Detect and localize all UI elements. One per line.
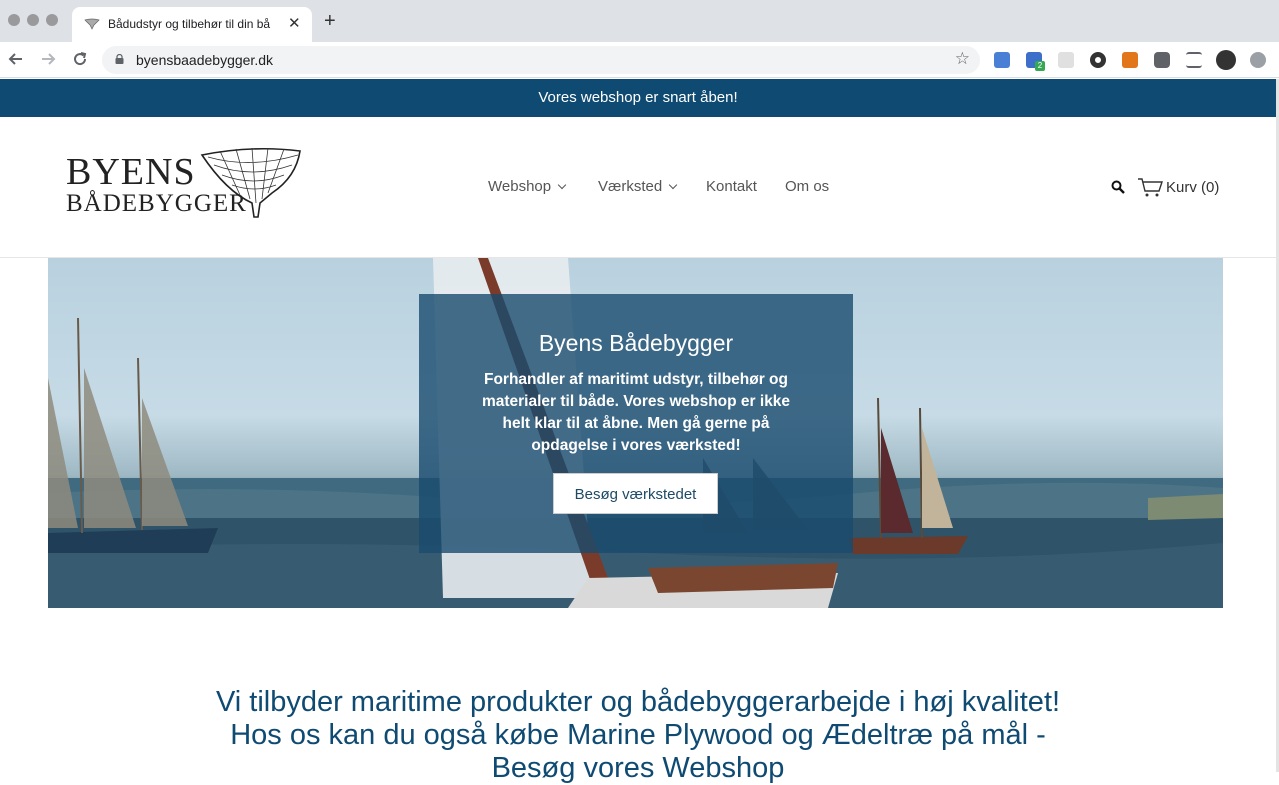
forward-arrow-icon[interactable] [40, 51, 56, 67]
extension-badge: 2 [1035, 61, 1045, 71]
chevron-down-icon [668, 180, 678, 190]
chevron-down-icon [557, 180, 567, 190]
url-text: byensbaadebygger.dk [136, 52, 273, 68]
window-minimize-button[interactable] [27, 14, 39, 26]
metamask-fox-icon[interactable] [1122, 52, 1138, 68]
extension-1-icon[interactable] [994, 52, 1010, 68]
bookmark-star-icon[interactable]: ☆ [955, 49, 970, 69]
logo-line1[interactable]: BYENS [66, 153, 196, 191]
tab-close-icon[interactable]: ✕ [288, 14, 301, 32]
nav-vaerksted[interactable]: Værksted [598, 178, 678, 195]
window-zoom-button[interactable] [46, 14, 58, 26]
back-arrow-icon[interactable] [8, 51, 24, 67]
hero-overlay-box: Byens Bådebygger Forhandler af maritimt … [419, 294, 853, 553]
browser-tab[interactable]: Bådudstyr og tilbehør til din bå ✕ [72, 7, 312, 42]
boat-hull-logo-icon[interactable] [200, 145, 304, 219]
nav-webshop[interactable]: Webshop [488, 178, 567, 195]
update-icon[interactable] [1250, 52, 1266, 68]
nav-om-os[interactable]: Om os [785, 178, 829, 195]
section-headline: Vi tilbyder maritime produkter og bådeby… [215, 686, 1061, 784]
site-header: BYENS BÅDEBYGGER Webshop Værksted Kontak… [0, 117, 1276, 258]
hero-title: Byens Bådebygger [538, 330, 734, 356]
boat-favicon-icon [84, 18, 100, 30]
announcement-bar: Vores webshop er snart åben! [0, 79, 1276, 117]
window-close-button[interactable] [8, 14, 20, 26]
cart-label[interactable]: Kurv (0) [1166, 179, 1219, 196]
extension-devtools-icon[interactable]: 2 [1026, 52, 1045, 71]
tab-title: Bådudstyr og tilbehør til din bå [108, 17, 271, 31]
reading-list-icon[interactable] [1186, 52, 1202, 68]
nav-kontakt[interactable]: Kontakt [706, 178, 757, 195]
browser-tab-bar: Bådudstyr og tilbehør til din bå ✕ + [0, 0, 1279, 42]
visit-workshop-button[interactable]: Besøg værkstedet [553, 473, 718, 514]
cart-icon[interactable] [1137, 177, 1163, 197]
browser-toolbar: byensbaadebygger.dk ☆ 2 [0, 42, 1279, 78]
extensions-puzzle-icon[interactable] [1154, 52, 1170, 68]
extension-3-icon[interactable] [1058, 52, 1074, 68]
reload-icon[interactable] [72, 51, 88, 67]
nav-vaerksted-label: Værksted [598, 178, 663, 195]
search-icon[interactable] [1111, 180, 1125, 194]
nav-webshop-label: Webshop [488, 178, 552, 195]
profile-avatar[interactable] [1216, 50, 1236, 70]
hero-banner: Byens Bådebygger Forhandler af maritimt … [48, 258, 1223, 608]
new-tab-button[interactable]: + [324, 11, 336, 31]
extension-4-icon[interactable] [1090, 52, 1106, 68]
hero-text: Forhandler af maritimt udstyr, tilbehør … [481, 371, 791, 454]
lock-icon [115, 54, 124, 64]
address-bar[interactable]: byensbaadebygger.dk ☆ [102, 46, 980, 74]
